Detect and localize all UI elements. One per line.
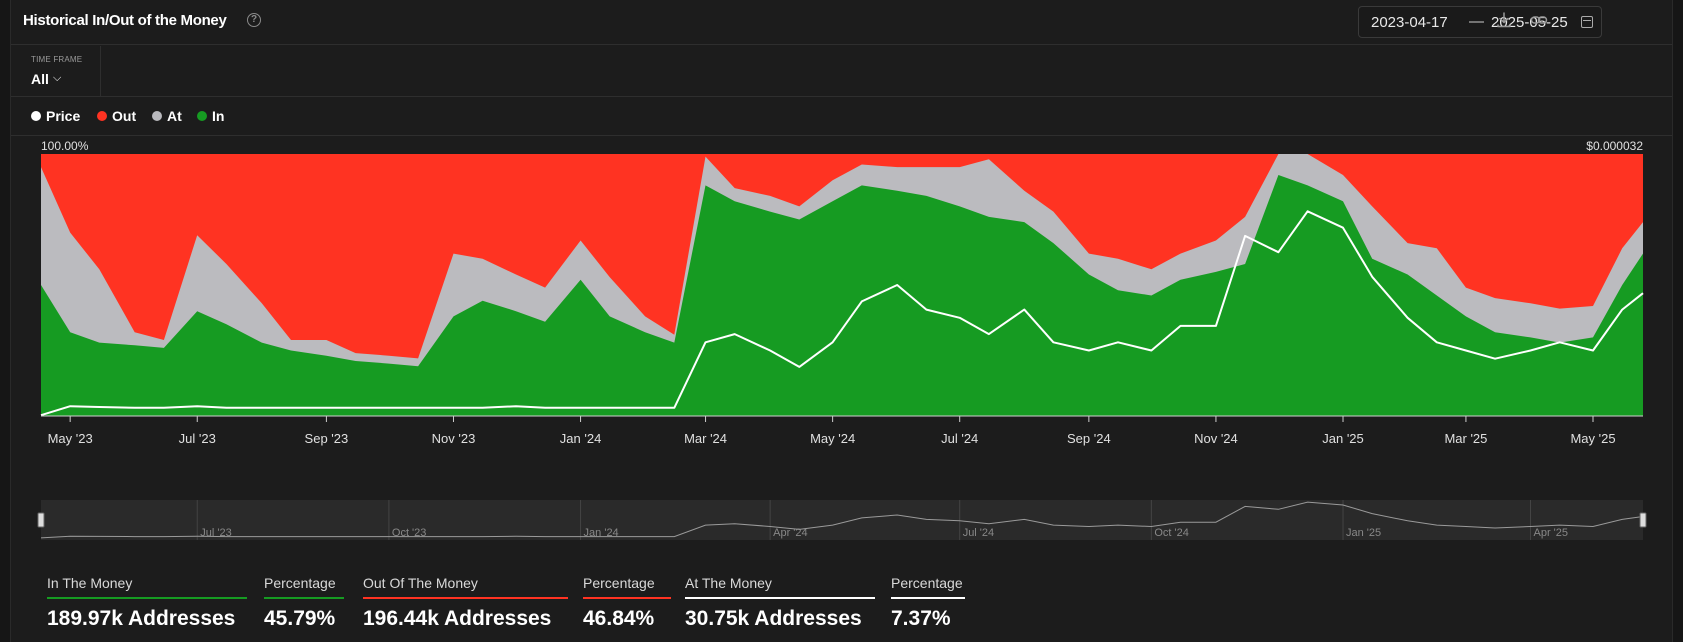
stat-in-count: In The Money 189.97k Addresses (47, 575, 247, 631)
stat-label: Percentage (264, 575, 344, 599)
stat-out-count: Out Of The Money 196.44k Addresses (363, 575, 568, 631)
stat-label: Percentage (583, 575, 671, 599)
x-tick-label: Sep '23 (305, 431, 349, 446)
x-tick-label: Jul '24 (941, 431, 978, 446)
stat-at-percent: Percentage 7.37% (891, 575, 965, 631)
stat-label: At The Money (685, 575, 875, 599)
chart-canvas[interactable]: 100.00% $0.000032 May '23 Jul '23 Sep '23 Nov… (11, 0, 1674, 560)
x-tick-label: May '23 (48, 431, 93, 446)
navigator-tick-label: Apr '25 (1534, 527, 1569, 539)
stat-label: Out Of The Money (363, 575, 568, 599)
stat-label: Percentage (891, 575, 965, 599)
x-tick-label: Jul '23 (179, 431, 216, 446)
x-tick-label: May '25 (1570, 431, 1615, 446)
navigator-tick-label: Jan '24 (584, 527, 619, 539)
stat-at-count: At The Money 30.75k Addresses (685, 575, 875, 631)
navigator-tick-label: Oct '23 (392, 527, 427, 539)
stat-in-percent: Percentage 45.79% (264, 575, 344, 631)
y-left-label: 100.00% (41, 139, 89, 153)
stat-value: 45.79% (264, 607, 336, 630)
navigator-tick-label: Jul '24 (963, 527, 994, 539)
x-tick-label: Mar '24 (684, 431, 727, 446)
navigator-tick-label: Jan '25 (1346, 527, 1381, 539)
navigator-handle-left[interactable] (37, 512, 45, 528)
navigator-handle-right[interactable] (1639, 512, 1647, 528)
stat-label: In The Money (47, 575, 247, 599)
stat-value: 30.75k Addresses (685, 607, 862, 630)
x-tick-label: Jan '25 (1322, 431, 1364, 446)
navigator-tick-label: Jul '23 (200, 527, 231, 539)
stat-out-percent: Percentage 46.84% (583, 575, 671, 631)
x-tick-label: Nov '24 (1194, 431, 1238, 446)
y-right-label: $0.000032 (1586, 139, 1643, 153)
x-tick-label: May '24 (810, 431, 855, 446)
chart-panel: Historical In/Out of the Money ? 2023-04… (10, 0, 1673, 642)
x-tick-label: Mar '25 (1444, 431, 1487, 446)
stat-value: 196.44k Addresses (363, 607, 552, 630)
x-tick-label: Jan '24 (560, 431, 602, 446)
stat-value: 7.37% (891, 607, 951, 630)
stat-value: 46.84% (583, 607, 655, 630)
navigator-tick-label: Oct '24 (1154, 527, 1189, 539)
stat-value: 189.97k Addresses (47, 607, 236, 630)
x-tick-label: Nov '23 (432, 431, 476, 446)
x-tick-label: Sep '24 (1067, 431, 1111, 446)
